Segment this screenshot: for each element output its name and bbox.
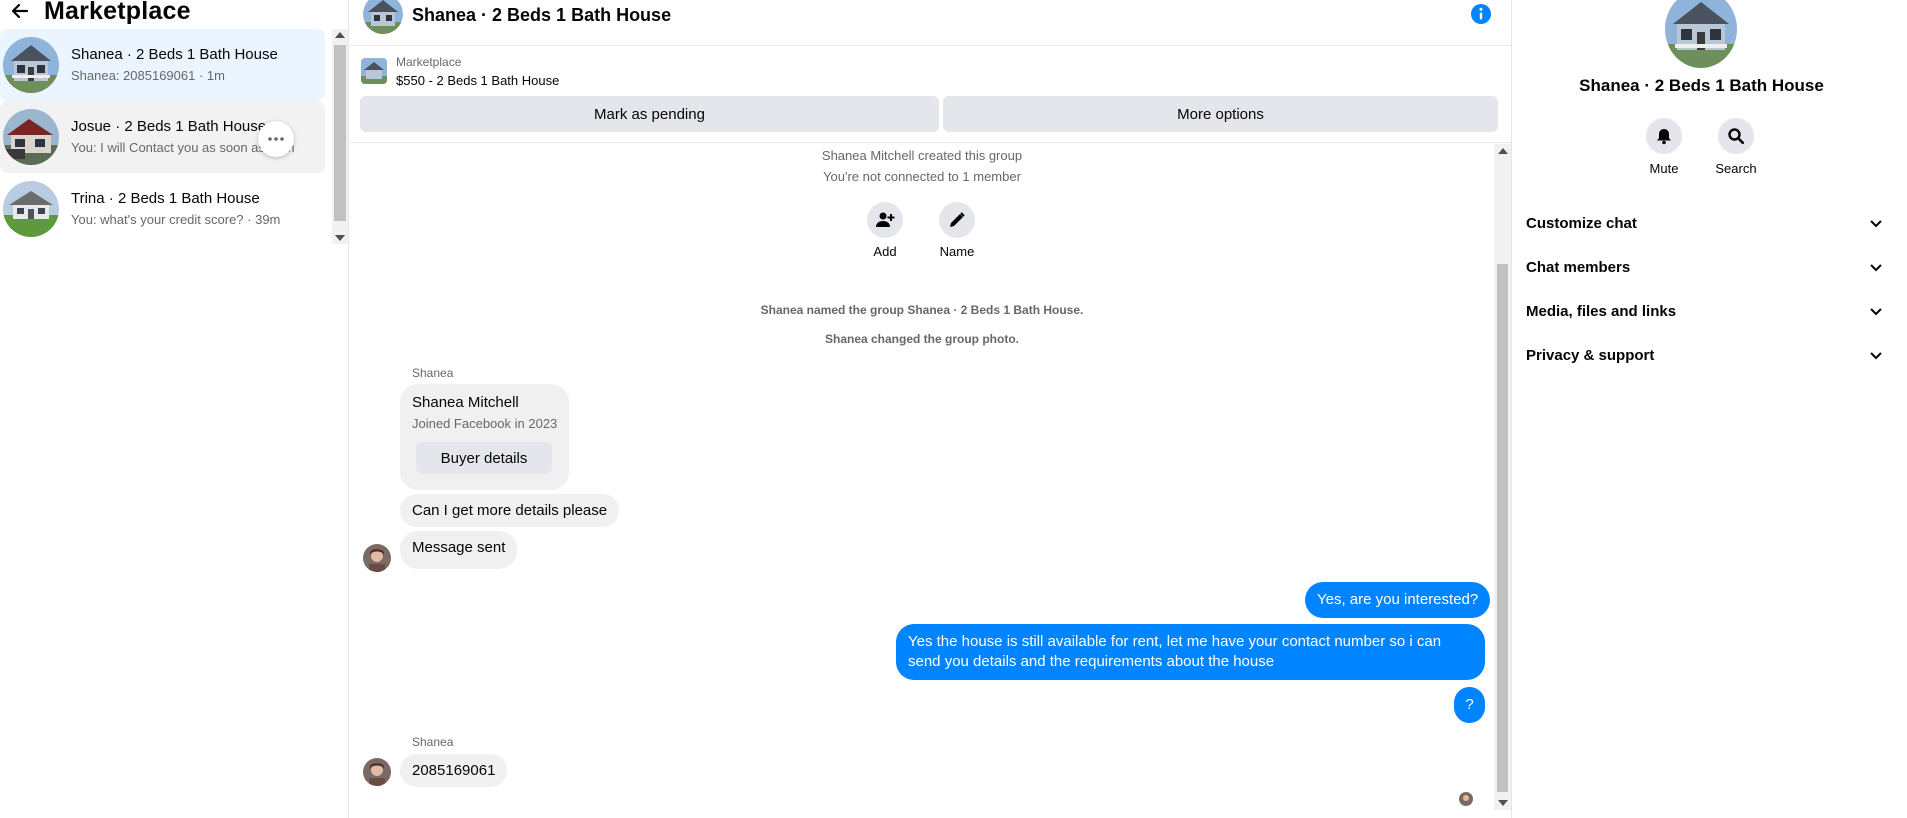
section-label: Chat members xyxy=(1526,258,1631,276)
sender-name: Shanea xyxy=(412,735,454,749)
search-button[interactable]: Search xyxy=(1706,118,1766,176)
chevron-down-icon xyxy=(1870,347,1882,364)
group-avatar-large[interactable] xyxy=(1665,0,1737,68)
conversation-item-trina[interactable]: Trina · 2 Beds 1 Bath House You: what's … xyxy=(0,173,325,245)
chevron-down-icon xyxy=(1870,303,1882,320)
buyer-joined: Joined Facebook in 2023 xyxy=(412,416,558,431)
search-label: Search xyxy=(1715,161,1757,176)
conversation-name: Shanea · 2 Beds 1 Bath House xyxy=(71,46,278,63)
mark-as-pending-button[interactable]: Mark as pending xyxy=(360,96,939,132)
panel-sections: Customize chat Chat members Media, files… xyxy=(1526,201,1886,377)
pencil-icon xyxy=(939,202,975,238)
conversation-preview: You: what's your credit score? · 39m xyxy=(71,212,281,227)
scroll-down-arrow-icon[interactable] xyxy=(335,235,345,241)
scroll-down-arrow-icon[interactable] xyxy=(1498,800,1508,806)
mute-label: Mute xyxy=(1649,161,1679,176)
scroll-up-arrow-icon[interactable] xyxy=(335,32,345,38)
section-label: Customize chat xyxy=(1526,214,1637,232)
scrollbar-thumb[interactable] xyxy=(334,45,346,221)
sidebar-scrollbar[interactable] xyxy=(332,29,348,244)
sender-name: Shanea xyxy=(412,366,454,380)
house-thumbnail xyxy=(3,37,59,93)
message-bubble-incoming[interactable]: Message sent xyxy=(400,531,518,569)
add-person-icon xyxy=(867,202,903,238)
section-media-files-links[interactable]: Media, files and links xyxy=(1526,289,1886,333)
more-options-button[interactable]: More options xyxy=(943,96,1498,132)
section-customize-chat[interactable]: Customize chat xyxy=(1526,201,1886,245)
listing-banner: Marketplace $550 - 2 Beds 1 Bath House M… xyxy=(350,46,1512,143)
seen-indicator-avatar xyxy=(1459,792,1473,806)
system-message: Shanea changed the group photo. xyxy=(824,332,1019,346)
chat-title[interactable]: Shanea · 2 Beds 1 Bath House xyxy=(412,5,671,26)
message-bubble-outgoing[interactable]: ? xyxy=(1454,687,1485,723)
add-label: Add xyxy=(873,244,897,259)
buyer-details-button[interactable]: Buyer details xyxy=(416,442,552,474)
chat-scrollbar[interactable] xyxy=(1494,144,1511,810)
chat-window: Shanea · 2 Beds 1 Bath House Marketplace… xyxy=(350,0,1512,818)
message-bubble-incoming[interactable]: Can I get more details please xyxy=(400,494,620,527)
message-list: Shanea Mitchell created this group You'r… xyxy=(350,144,1512,818)
sidebar-title: Marketplace xyxy=(44,0,191,25)
conversation-name: Shanea · 2 Beds 1 Bath House xyxy=(1579,76,1824,95)
system-message: You're not connected to 1 member xyxy=(823,169,1021,184)
more-icon[interactable] xyxy=(258,121,294,157)
system-message: Shanea named the group Shanea · 2 Beds 1… xyxy=(760,303,1084,317)
info-icon[interactable] xyxy=(1469,2,1493,26)
conversation-details-panel: Shanea · 2 Beds 1 Bath House Mute Search… xyxy=(1512,0,1907,818)
group-avatar[interactable] xyxy=(363,0,403,34)
name-group-button[interactable]: Name xyxy=(927,202,987,259)
search-icon xyxy=(1718,118,1754,154)
scroll-up-arrow-icon[interactable] xyxy=(1498,148,1508,154)
house-thumbnail xyxy=(3,109,59,165)
section-label: Media, files and links xyxy=(1526,302,1677,320)
conversation-name: Trina · 2 Beds 1 Bath House xyxy=(71,190,260,207)
scrollbar-thumb[interactable] xyxy=(1497,264,1508,792)
sender-avatar[interactable] xyxy=(363,758,391,786)
chevron-down-icon xyxy=(1870,259,1882,276)
message-bubble-outgoing[interactable]: Yes the house is still available for ren… xyxy=(896,624,1485,680)
add-member-button[interactable]: Add xyxy=(855,202,915,259)
chat-header: Shanea · 2 Beds 1 Bath House xyxy=(350,0,1512,46)
conversation-item-josue[interactable]: Josue · 2 Beds 1 Bath House You: I will … xyxy=(0,101,325,173)
mute-button[interactable]: Mute xyxy=(1634,118,1694,176)
conversation-item-shanea[interactable]: Shanea · 2 Beds 1 Bath House Shanea: 208… xyxy=(0,29,325,101)
listing-thumbnail[interactable] xyxy=(361,58,387,84)
chevron-down-icon xyxy=(1870,215,1882,232)
house-thumbnail xyxy=(3,181,59,237)
message-bubble-incoming[interactable]: 2085169061 xyxy=(400,754,508,787)
sidebar-header: Marketplace xyxy=(8,0,191,26)
section-chat-members[interactable]: Chat members xyxy=(1526,245,1886,289)
listing-price-title[interactable]: $550 - 2 Beds 1 Bath House xyxy=(396,73,559,88)
conversation-sidebar: Marketplace Shanea · 2 Beds 1 Bath House… xyxy=(0,0,349,818)
back-arrow-icon[interactable] xyxy=(8,0,32,23)
section-privacy-support[interactable]: Privacy & support xyxy=(1526,333,1886,377)
section-label: Privacy & support xyxy=(1526,346,1655,364)
buyer-name: Shanea Mitchell xyxy=(412,394,519,411)
listing-label: Marketplace xyxy=(396,55,462,69)
system-message: Shanea Mitchell created this group xyxy=(821,148,1023,163)
name-label: Name xyxy=(939,244,975,259)
conversation-preview: Shanea: 2085169061 · 1m xyxy=(71,68,225,83)
conversation-list: Shanea · 2 Beds 1 Bath House Shanea: 208… xyxy=(0,29,325,245)
sender-avatar[interactable] xyxy=(363,544,391,572)
bell-icon xyxy=(1646,118,1682,154)
buyer-profile-card: Shanea Mitchell Joined Facebook in 2023 … xyxy=(400,384,569,490)
message-bubble-outgoing[interactable]: Yes, are you interested? xyxy=(1305,582,1491,618)
